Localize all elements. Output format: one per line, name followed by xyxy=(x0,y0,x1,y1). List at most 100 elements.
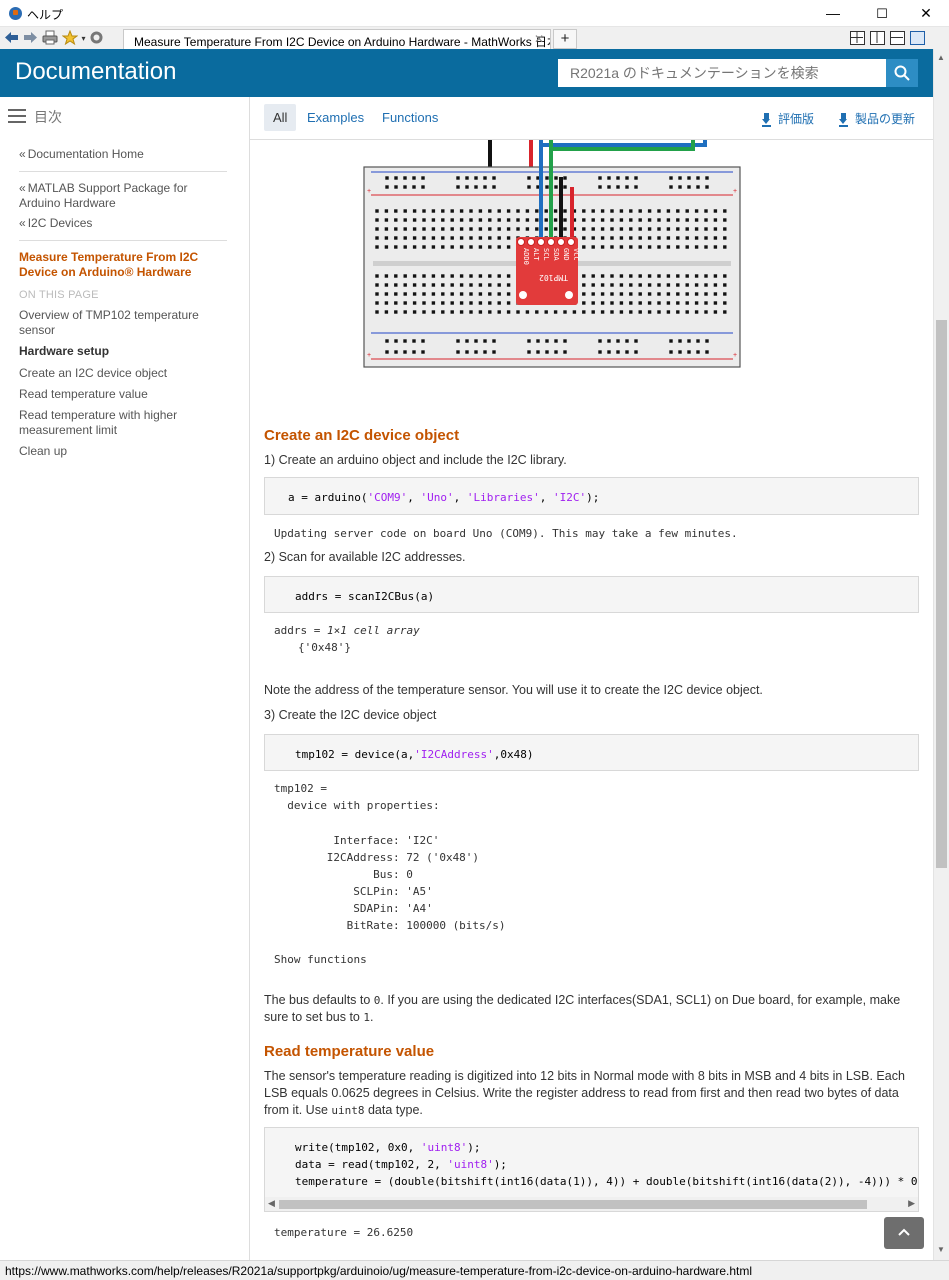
toc-item-hardware-setup[interactable]: Hardware setup xyxy=(19,344,234,359)
code-block-scan[interactable]: addrs = scanI2CBus(a) xyxy=(264,576,919,613)
tab-functions[interactable]: Functions xyxy=(373,104,447,131)
documentation-header: Documentation xyxy=(0,49,933,97)
chip-pin-label: VCC xyxy=(572,248,580,261)
forward-icon[interactable] xyxy=(22,30,39,47)
output-prop-bitrate: BitRate: 100000 (bits/s) xyxy=(287,919,506,932)
main-content: All Examples Functions 評価版 製品の更新 + + + + VC… xyxy=(250,97,933,1260)
content-tab-bar: All Examples Functions 評価版 製品の更新 xyxy=(250,97,933,140)
section-heading-read-temperature: Read temperature value xyxy=(264,1043,435,1060)
toc-item-read-higher-limit[interactable]: Read temperature with higher measurement… xyxy=(19,408,209,438)
chip-label: TMP102 xyxy=(539,273,568,282)
maximize-button[interactable]: ☐ xyxy=(859,0,905,27)
svg-text:+: + xyxy=(367,188,371,195)
download-icon xyxy=(839,113,848,127)
output-prop-sclpin: SCLPin: 'A5' xyxy=(287,885,433,898)
chip-pin-label: ALT xyxy=(532,248,540,261)
scrollbar-thumb[interactable] xyxy=(279,1200,867,1209)
refresh-icon[interactable] xyxy=(88,30,105,47)
scrollbar-thumb[interactable] xyxy=(936,320,947,868)
note-address-text: Note the address of the temperature sens… xyxy=(264,683,763,697)
chip-pin-label: SDA xyxy=(552,248,560,261)
code-block-device[interactable]: tmp102 = device(a,'I2CAddress',0x48) xyxy=(264,734,919,771)
toc-item-clean-up[interactable]: Clean up xyxy=(19,444,234,459)
svg-text:+: + xyxy=(733,188,737,195)
svg-text:+: + xyxy=(367,352,371,359)
back-icon[interactable] xyxy=(3,30,20,47)
tab-close-icon[interactable]: ✕ xyxy=(534,32,544,46)
output-prop-sdapin: SDAPin: 'A4' xyxy=(287,902,433,915)
search-input[interactable] xyxy=(558,59,886,87)
output-prop-bus: Bus: 0 xyxy=(287,868,413,881)
close-button[interactable]: ✕ xyxy=(903,0,949,27)
divider xyxy=(19,171,227,172)
code-horizontal-scrollbar[interactable]: ◀ ▶ xyxy=(264,1197,919,1212)
double-chevron-left-icon: « xyxy=(19,216,26,230)
section-heading-create-device: Create an I2C device object xyxy=(264,427,460,444)
scroll-left-arrow-icon[interactable]: ◀ xyxy=(268,1198,275,1209)
tab-all[interactable]: All xyxy=(264,104,297,131)
step-1-text: 1) Create an arduino object and include … xyxy=(264,453,567,467)
breadboard-wiring-diagram: + + + + VCCGNDSDASCLALTADD0 TMP102 xyxy=(363,137,741,368)
scroll-down-arrow-icon[interactable]: ▼ xyxy=(937,1245,945,1254)
browser-tab[interactable]: Measure Temperature From I2C Device on A… xyxy=(123,29,551,50)
step-2-text: 2) Scan for available I2C addresses. xyxy=(264,550,466,564)
chip-pin-label: GND xyxy=(562,248,570,261)
show-functions-link[interactable]: Show functions xyxy=(274,951,367,968)
page-vertical-scrollbar[interactable]: ▲ ▼ xyxy=(933,49,949,1260)
toc-item-create-device[interactable]: Create an I2C device object xyxy=(19,366,234,381)
new-tab-button[interactable]: + xyxy=(553,29,577,49)
step-3-text: 3) Create the I2C device object xyxy=(264,708,437,722)
divider xyxy=(19,240,227,241)
tab-examples[interactable]: Examples xyxy=(298,104,373,131)
breadcrumb-documentation-home[interactable]: «Documentation Home xyxy=(19,147,144,162)
bus-note-text: The bus defaults to 0. If you are using … xyxy=(264,993,901,1024)
svg-text:+: + xyxy=(733,352,737,359)
search-icon xyxy=(894,65,910,81)
toc-label[interactable]: 目次 xyxy=(34,107,62,127)
layout-vertical-split-icon[interactable] xyxy=(870,31,885,45)
download-icon xyxy=(762,113,771,127)
back-to-top-button[interactable] xyxy=(884,1217,924,1249)
code-block-arduino[interactable]: a = arduino('COM9', 'Uno', 'Libraries', … xyxy=(264,477,919,515)
on-this-page-label: ON THIS PAGE xyxy=(19,289,99,301)
status-bar-url: https://www.mathworks.com/help/releases/… xyxy=(0,1260,949,1280)
chip-pin-label: ADD0 xyxy=(522,248,530,265)
current-page-title: Measure Temperature From I2C Device on A… xyxy=(19,250,199,279)
layout-horizontal-split-icon[interactable] xyxy=(890,31,905,45)
window-title: ヘルプ xyxy=(27,8,64,22)
print-icon[interactable] xyxy=(41,30,58,47)
minimize-button[interactable]: — xyxy=(810,0,856,27)
output-device-props-header: device with properties: xyxy=(274,799,440,812)
chip-pin-label: SCL xyxy=(542,248,550,261)
browser-tab-title: Measure Temperature From I2C Device on A… xyxy=(134,35,551,49)
chevron-up-icon xyxy=(898,1228,910,1236)
output-temperature: temperature = 26.6250 xyxy=(274,1226,414,1239)
layout-single-icon[interactable] xyxy=(910,31,925,45)
toc-sidebar: 目次 «Documentation Home «MATLAB Support P… xyxy=(0,97,250,1260)
breadcrumb-support-package[interactable]: «MATLAB Support Package for Arduino Hard… xyxy=(19,181,229,211)
scroll-up-arrow-icon[interactable]: ▲ xyxy=(937,53,945,62)
output-prop-interface: Interface: 'I2C' xyxy=(287,834,440,847)
double-chevron-left-icon: « xyxy=(19,181,26,195)
output-prop-i2caddress: I2CAddress: 72 ('0x48') xyxy=(287,851,480,864)
breadcrumb-i2c-devices[interactable]: «I2C Devices xyxy=(19,216,92,231)
toc-item-read-temperature[interactable]: Read temperature value xyxy=(19,387,234,402)
hamburger-menu-icon[interactable] xyxy=(8,109,26,123)
product-updates-link[interactable]: 製品の更新 xyxy=(839,110,915,127)
trial-link[interactable]: 評価版 xyxy=(762,110,814,127)
browser-toolbar: ▾ Measure Temperature From I2C Device on… xyxy=(0,27,949,50)
output-addrs-value: {'0x48'} xyxy=(298,641,351,654)
documentation-title[interactable]: Documentation xyxy=(15,58,176,86)
output-tmp102: tmp102 = xyxy=(274,782,334,795)
window-titlebar: ヘルプ — ☐ ✕ xyxy=(0,0,949,27)
scroll-right-arrow-icon[interactable]: ▶ xyxy=(908,1198,915,1209)
code-block-read[interactable]: write(tmp102, 0x0, 'uint8'); data = read… xyxy=(264,1127,919,1197)
search-button[interactable] xyxy=(886,59,918,87)
output-arduino: Updating server code on board Uno (COM9)… xyxy=(274,527,738,540)
output-addrs: addrs = 1×1 cell array xyxy=(274,624,420,637)
double-chevron-left-icon: « xyxy=(19,147,26,161)
layout-grid-icon[interactable] xyxy=(850,31,865,45)
matlab-help-icon xyxy=(9,7,22,20)
toc-item-overview[interactable]: Overview of TMP102 temperature sensor xyxy=(19,308,219,338)
read-temperature-text: The sensor's temperature reading is digi… xyxy=(264,1069,905,1117)
